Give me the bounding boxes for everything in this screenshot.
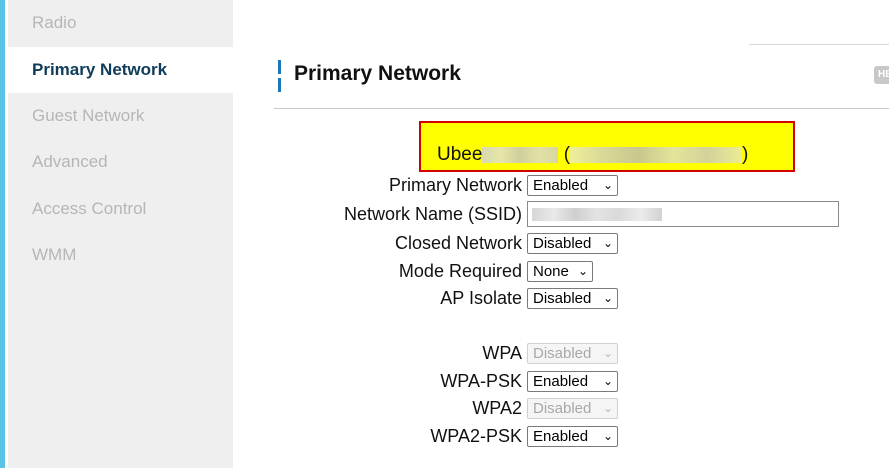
wpa2-psk-label: WPA2-PSK <box>430 426 522 446</box>
wpa2-psk-value: Enabled <box>533 428 589 445</box>
primary-network-value: Enabled <box>533 177 589 194</box>
sidebar: Radio Primary Network Guest Network Adva… <box>8 0 233 468</box>
primary-network-label: Primary Network <box>388 175 522 195</box>
closed-network-label: Closed Network <box>394 233 522 253</box>
redacted-model <box>482 146 559 163</box>
close-paren: ) <box>742 144 749 165</box>
chevron-down-icon: ⌄ <box>602 291 613 305</box>
redacted-ssid <box>532 208 662 221</box>
chevron-down-icon: ⌄ <box>602 374 613 388</box>
wpa-label: WPA <box>482 343 522 363</box>
sidebar-item-guest-network[interactable]: Guest Network <box>8 93 233 139</box>
chevron-down-icon: ⌄ <box>602 178 613 192</box>
top-divider <box>749 44 889 45</box>
sidebar-item-radio[interactable]: Radio <box>8 0 233 46</box>
device-prefix: Ubee <box>437 144 483 165</box>
primary-network-select[interactable]: Enabled ⌄ <box>527 175 618 196</box>
chevron-down-icon: ⌄ <box>602 429 613 443</box>
redacted-detail <box>570 146 743 163</box>
wpa-select: Disabled ⌄ <box>527 343 618 364</box>
chevron-down-icon: ⌄ <box>602 401 613 415</box>
device-name: Ubee () <box>437 144 748 166</box>
wpa-psk-select[interactable]: Enabled ⌄ <box>527 371 618 392</box>
closed-network-select[interactable]: Disabled ⌄ <box>527 233 618 254</box>
wpa-psk-value: Enabled <box>533 373 589 390</box>
help-button[interactable]: HE <box>874 66 889 84</box>
mode-required-value: None <box>533 263 569 280</box>
wpa2-label: WPA2 <box>472 398 522 418</box>
mode-required-select[interactable]: None ⌄ <box>527 261 593 282</box>
wpa-psk-label: WPA-PSK <box>440 371 522 391</box>
chevron-down-icon: ⌄ <box>602 346 613 360</box>
ap-isolate-value: Disabled <box>533 290 592 307</box>
ssid-label: Network Name (SSID) <box>343 204 522 224</box>
wpa-value: Disabled <box>533 345 592 362</box>
sidebar-item-access-control[interactable]: Access Control <box>8 186 233 232</box>
title-accent-gap <box>278 74 281 78</box>
ap-isolate-select[interactable]: Disabled ⌄ <box>527 288 618 309</box>
sidebar-item-wmm[interactable]: WMM <box>8 232 233 278</box>
sidebar-item-advanced[interactable]: Advanced <box>8 139 233 185</box>
mode-required-label: Mode Required <box>398 261 522 281</box>
closed-network-value: Disabled <box>533 235 592 252</box>
wpa2-value: Disabled <box>533 400 592 417</box>
page-title: Primary Network <box>294 62 461 85</box>
title-divider <box>274 108 889 109</box>
ap-isolate-label: AP Isolate <box>440 288 522 308</box>
sidebar-item-primary-network[interactable]: Primary Network <box>8 47 233 93</box>
wpa2-select: Disabled ⌄ <box>527 398 618 419</box>
chevron-down-icon: ⌄ <box>602 236 613 250</box>
ssid-input[interactable] <box>527 201 839 227</box>
wpa2-psk-select[interactable]: Enabled ⌄ <box>527 426 618 447</box>
chevron-down-icon: ⌄ <box>577 264 588 278</box>
